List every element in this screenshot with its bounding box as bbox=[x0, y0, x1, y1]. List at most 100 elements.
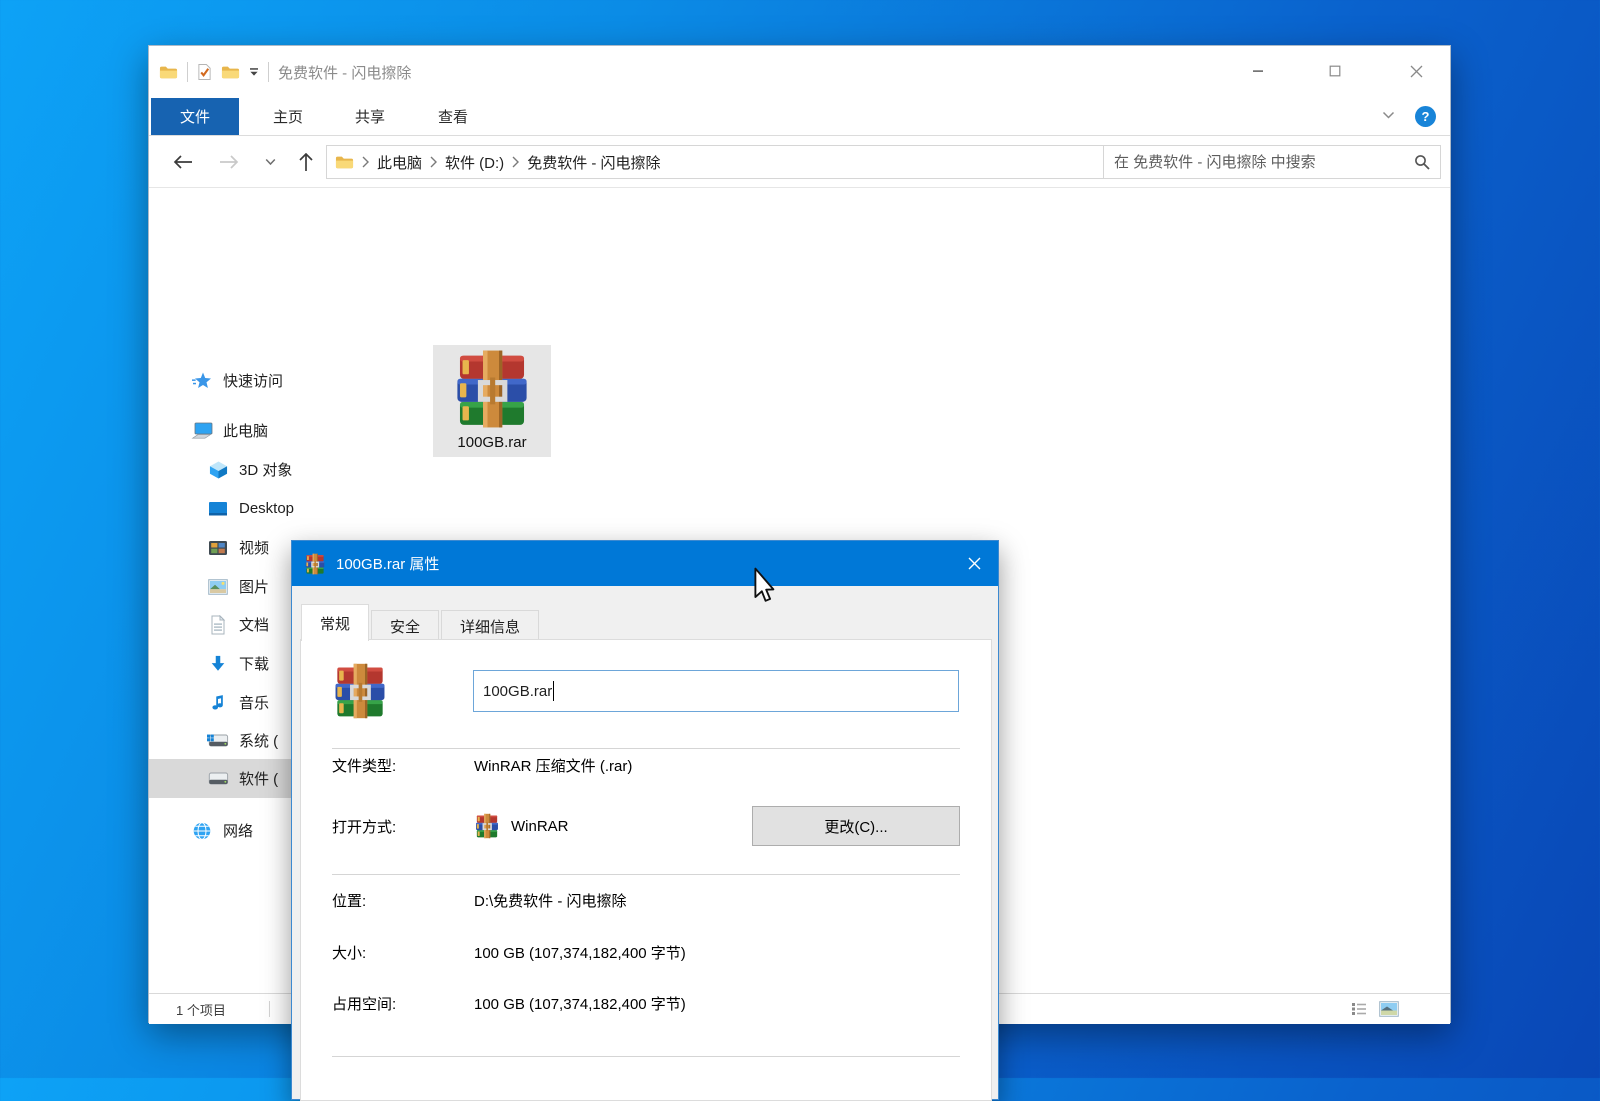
sidebar-item-label: Desktop bbox=[239, 500, 294, 517]
breadcrumb-drive-d[interactable]: 软件 (D:) bbox=[445, 152, 504, 173]
address-bar[interactable]: 此电脑 软件 (D:) 免费软件 - 闪电擦除 bbox=[326, 145, 1234, 179]
3d-objects-icon bbox=[207, 460, 229, 480]
properties-check-icon[interactable] bbox=[197, 63, 212, 81]
desktop-icon bbox=[207, 499, 229, 519]
sidebar-item-label: 快速访问 bbox=[223, 370, 283, 391]
winrar-icon bbox=[304, 553, 326, 575]
file-type-label: 文件类型: bbox=[332, 755, 474, 776]
size-value: 100 GB (107,374,182,400 字节) bbox=[474, 942, 686, 963]
maximize-button[interactable] bbox=[1312, 46, 1358, 96]
recent-locations-button[interactable] bbox=[257, 136, 283, 188]
sidebar-item-label: 3D 对象 bbox=[239, 459, 292, 480]
sidebar-item-label: 音乐 bbox=[239, 692, 269, 713]
sidebar-item-label: 下载 bbox=[239, 653, 269, 674]
tab-security[interactable]: 安全 bbox=[371, 610, 439, 641]
dialog-titlebar: 100GB.rar 属性 bbox=[292, 541, 998, 586]
size-on-disk-row: 占用空间: 100 GB (107,374,182,400 字节) bbox=[332, 992, 960, 1014]
size-on-disk-label: 占用空间: bbox=[332, 993, 474, 1014]
minimize-button[interactable] bbox=[1235, 46, 1281, 96]
location-row: 位置: D:\免费软件 - 闪电擦除 bbox=[332, 889, 960, 911]
recent-locations-chevron-icon bbox=[265, 158, 276, 166]
size-on-disk-value: 100 GB (107,374,182,400 字节) bbox=[474, 993, 686, 1014]
folder-icon bbox=[159, 64, 178, 80]
forward-button[interactable] bbox=[211, 136, 247, 188]
search-input[interactable] bbox=[1104, 154, 1404, 171]
file-type-value: WinRAR 压缩文件 (.rar) bbox=[474, 755, 632, 776]
winrar-icon bbox=[451, 348, 533, 430]
breadcrumb-chevron-icon bbox=[362, 156, 369, 168]
ribbon-tab-row: 文件 主页 共享 查看 ? bbox=[149, 98, 1450, 136]
back-button[interactable] bbox=[165, 136, 201, 188]
videos-icon bbox=[207, 538, 229, 558]
separator bbox=[332, 748, 960, 749]
breadcrumb-this-pc[interactable]: 此电脑 bbox=[377, 152, 422, 173]
downloads-icon bbox=[207, 654, 229, 674]
thumbnail-view-button[interactable] bbox=[1377, 998, 1401, 1020]
properties-dialog: 100GB.rar 属性 常规 安全 详细信息 100GB.rar 文件类型: … bbox=[291, 540, 999, 1100]
sidebar-item-label: 系统 ( bbox=[239, 730, 278, 751]
explorer-titlebar: 免费软件 - 闪电擦除 bbox=[149, 46, 1450, 98]
maximize-icon bbox=[1329, 65, 1341, 77]
tab-file[interactable]: 文件 bbox=[151, 98, 239, 135]
dialog-tabs: 常规 安全 详细信息 bbox=[301, 604, 541, 641]
sidebar-item-3d-objects[interactable]: 3D 对象 bbox=[149, 450, 426, 489]
status-divider bbox=[269, 1001, 270, 1017]
dialog-close-button[interactable] bbox=[950, 541, 998, 586]
back-icon bbox=[173, 155, 193, 169]
opens-with-value: WinRAR bbox=[511, 818, 569, 835]
qat-customize-chevron-icon[interactable] bbox=[249, 67, 259, 77]
ribbon-collapse-chevron-icon[interactable] bbox=[1382, 111, 1395, 120]
file-item-100gb-rar[interactable]: 100GB.rar bbox=[433, 345, 551, 457]
up-icon bbox=[299, 153, 313, 172]
music-icon bbox=[207, 693, 229, 713]
minimize-icon bbox=[1252, 65, 1264, 77]
sidebar-item-label: 文档 bbox=[239, 614, 269, 635]
tab-view[interactable]: 查看 bbox=[416, 98, 490, 135]
tab-general[interactable]: 常规 bbox=[301, 604, 369, 641]
tab-details[interactable]: 详细信息 bbox=[441, 610, 539, 641]
sidebar-item-this-pc[interactable]: 此电脑 bbox=[149, 411, 426, 450]
help-icon: ? bbox=[1422, 109, 1430, 124]
details-view-button[interactable] bbox=[1347, 998, 1371, 1020]
address-row: 此电脑 软件 (D:) 免费软件 - 闪电擦除 bbox=[149, 136, 1450, 188]
up-button[interactable] bbox=[289, 136, 323, 188]
tab-share[interactable]: 共享 bbox=[333, 98, 407, 135]
location-label: 位置: bbox=[332, 890, 474, 911]
sidebar-item-quick-access[interactable]: 快速访问 bbox=[149, 361, 426, 400]
pictures-icon bbox=[207, 577, 229, 597]
sidebar-item-label: 图片 bbox=[239, 576, 269, 597]
item-count: 1 个项目 bbox=[176, 994, 226, 1024]
sidebar-item-label: 视频 bbox=[239, 537, 269, 558]
close-icon bbox=[1410, 65, 1423, 78]
opens-with-label: 打开方式: bbox=[332, 816, 474, 837]
breadcrumb-current-folder[interactable]: 免费软件 - 闪电擦除 bbox=[527, 152, 660, 173]
change-button[interactable]: 更改(C)... bbox=[752, 806, 960, 846]
size-label: 大小: bbox=[332, 942, 474, 963]
separator bbox=[332, 1056, 960, 1057]
sidebar-item-label: 此电脑 bbox=[223, 420, 268, 441]
general-tab-page: 100GB.rar 文件类型: WinRAR 压缩文件 (.rar) 打开方式:… bbox=[300, 639, 992, 1101]
text-caret bbox=[553, 681, 554, 701]
filename-input[interactable]: 100GB.rar bbox=[473, 670, 959, 712]
folder-icon[interactable] bbox=[221, 64, 240, 80]
quick-access-star-icon bbox=[191, 371, 213, 391]
size-row: 大小: 100 GB (107,374,182,400 字节) bbox=[332, 941, 960, 963]
close-button[interactable] bbox=[1393, 46, 1439, 96]
details-view-icon bbox=[1351, 1002, 1367, 1016]
system-drive-icon bbox=[207, 731, 229, 751]
separator bbox=[332, 874, 960, 875]
location-value: D:\免费软件 - 闪电擦除 bbox=[474, 890, 627, 911]
sidebar-item-desktop[interactable]: Desktop bbox=[149, 489, 426, 528]
forward-icon bbox=[219, 155, 239, 169]
tab-home[interactable]: 主页 bbox=[251, 98, 325, 135]
search-icon[interactable] bbox=[1404, 154, 1440, 170]
help-button[interactable]: ? bbox=[1415, 106, 1436, 127]
sidebar-item-label: 软件 ( bbox=[239, 768, 278, 789]
file-type-row: 文件类型: WinRAR 压缩文件 (.rar) bbox=[332, 754, 960, 776]
breadcrumb: 此电脑 软件 (D:) 免费软件 - 闪电擦除 bbox=[327, 152, 1167, 173]
filename-value: 100GB.rar bbox=[483, 683, 552, 700]
window-title: 免费软件 - 闪电擦除 bbox=[278, 62, 411, 83]
file-name-label: 100GB.rar bbox=[457, 434, 526, 451]
close-icon bbox=[968, 557, 981, 570]
thumbnail-view-icon bbox=[1379, 1001, 1399, 1017]
